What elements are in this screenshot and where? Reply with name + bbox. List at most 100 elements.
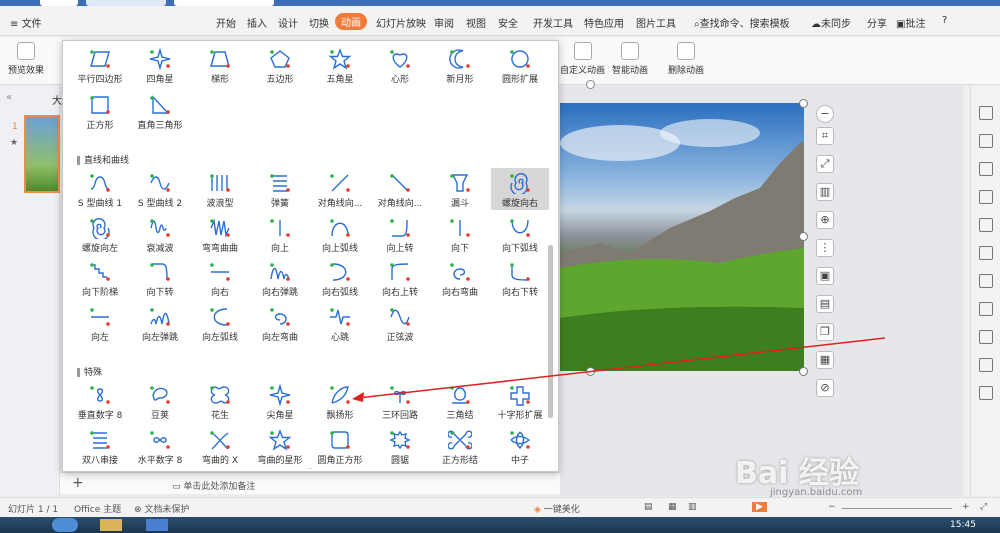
picture-effect-icon[interactable]: ▤: [816, 295, 834, 313]
resize-handle-right[interactable]: [799, 232, 808, 241]
canvas-scrollbar[interactable]: [963, 86, 970, 496]
panel-tab[interactable]: 大: [52, 92, 62, 107]
menu-animation[interactable]: 动画: [335, 13, 367, 30]
crop-icon[interactable]: ⌗: [816, 127, 834, 145]
view-reading-icon[interactable]: ▥: [688, 502, 697, 512]
command-search[interactable]: ⌕查找命令、搜索模板: [694, 15, 790, 30]
motion-path-bounceL[interactable]: 向左弹跳: [131, 302, 189, 344]
preview-button[interactable]: 预览效果: [8, 42, 44, 76]
comment-button[interactable]: ▣批注: [896, 15, 925, 30]
file-menu[interactable]: ≡ 文件: [10, 15, 42, 30]
motion-path-triangle[interactable]: 直角三角形: [131, 90, 189, 132]
share-button[interactable]: 分享: [867, 15, 887, 30]
smart-animation-button[interactable]: 智能动画: [612, 42, 648, 76]
motion-path-curveleft[interactable]: 向左弯曲: [251, 302, 309, 344]
motion-path-parallelogram[interactable]: 平行四边形: [71, 44, 129, 86]
motion-path-star5[interactable]: 五角星: [311, 44, 369, 86]
motion-path-turnup[interactable]: 向上转: [371, 213, 429, 255]
menu-insert[interactable]: 插入: [247, 15, 267, 30]
zoom-in-icon[interactable]: ⊕: [816, 211, 834, 229]
sidebar-style-icon[interactable]: [979, 162, 993, 176]
motion-path-turnrightup[interactable]: 向右上转: [371, 257, 429, 299]
motion-path-moon[interactable]: 新月形: [431, 44, 489, 86]
select-pane-icon[interactable]: ⋮: [816, 239, 834, 257]
sidebar-settings-icon[interactable]: [979, 386, 993, 400]
sidebar-image-icon[interactable]: [979, 302, 993, 316]
motion-path-arcleft[interactable]: 向左弧线: [191, 302, 249, 344]
collapse-panel-icon[interactable]: «: [6, 92, 12, 103]
slide-thumbnail[interactable]: [24, 115, 60, 193]
motion-path-sqknot[interactable]: 正方形结: [431, 425, 489, 467]
collapse-toolbar-icon[interactable]: −: [816, 105, 834, 123]
motion-path-spiralR[interactable]: 螺旋向右: [491, 168, 549, 210]
menu-slideshow[interactable]: 幻灯片放映: [376, 15, 426, 30]
motion-path-curveright[interactable]: 向右弯曲: [431, 257, 489, 299]
menu-security[interactable]: 安全: [498, 15, 518, 30]
theme-name[interactable]: Office 主题: [74, 502, 121, 515]
motion-path-pentagon[interactable]: 五边形: [251, 44, 309, 86]
sidebar-format-icon[interactable]: [979, 218, 993, 232]
resize-picture-icon[interactable]: ⤢: [816, 155, 834, 173]
sidebar-tools-icon[interactable]: [979, 330, 993, 344]
sidebar-edit-icon[interactable]: [979, 358, 993, 372]
motion-path-up[interactable]: 向上: [251, 213, 309, 255]
menu-start[interactable]: 开始: [216, 15, 236, 30]
motion-path-diag2[interactable]: 对角线向...: [371, 168, 429, 210]
notes-placeholder[interactable]: ▭ 单击此处添加备注: [172, 479, 255, 492]
motion-path-star4[interactable]: 四角星: [131, 44, 189, 86]
motion-path-rsquare[interactable]: 圆角正方形: [311, 425, 369, 467]
sync-status[interactable]: ☁未同步: [811, 15, 851, 30]
motion-path-stairs[interactable]: 向下阶梯: [71, 257, 129, 299]
motion-path-s2[interactable]: S 型曲线 2: [131, 168, 189, 210]
motion-path-funnel[interactable]: 漏斗: [431, 168, 489, 210]
start-button[interactable]: [52, 518, 78, 532]
motion-path-spring[interactable]: 弹簧: [251, 168, 309, 210]
resize-handle-top-right[interactable]: [799, 99, 808, 108]
motion-path-eighth[interactable]: 水平数字 8: [131, 425, 189, 467]
motion-path-down[interactable]: 向下: [431, 213, 489, 255]
view-normal-icon[interactable]: ▤: [644, 502, 653, 512]
add-slide-icon[interactable]: +: [72, 475, 84, 491]
motion-path-square[interactable]: 正方形: [71, 90, 129, 132]
motion-path-arcup[interactable]: 向上弧线: [311, 213, 369, 255]
sidebar-list-icon[interactable]: [979, 246, 993, 260]
motion-path-turndown[interactable]: 向下转: [131, 257, 189, 299]
motion-path-bounceR[interactable]: 向右弹跳: [251, 257, 309, 299]
motion-path-diag1[interactable]: 对角线向...: [311, 168, 369, 210]
motion-path-saw[interactable]: 圆锯: [371, 425, 429, 467]
notes-bar[interactable]: + ▭ 单击此处添加备注: [60, 472, 560, 494]
sidebar-shape-icon[interactable]: [979, 134, 993, 148]
motion-path-star4[interactable]: 尖角星: [251, 380, 309, 422]
taskbar-app-icon[interactable]: [146, 519, 168, 531]
motion-path-zigzag[interactable]: 弯弯曲曲: [191, 213, 249, 255]
menu-view[interactable]: 视图: [466, 15, 486, 30]
motion-path-right[interactable]: 向右: [191, 257, 249, 299]
zoom-in-button[interactable]: +: [962, 502, 970, 512]
zoom-slider[interactable]: [842, 508, 952, 509]
motion-path-star5[interactable]: 弯曲的星形: [251, 425, 309, 467]
motion-path-peanut[interactable]: 花生: [191, 380, 249, 422]
menu-features[interactable]: 特色应用: [584, 15, 624, 30]
sidebar-chart-icon[interactable]: [979, 190, 993, 204]
menu-picture-tools[interactable]: 图片工具: [636, 15, 676, 30]
motion-path-arcdown[interactable]: 向下弧线: [491, 213, 549, 255]
sidebar-layers-icon[interactable]: [979, 274, 993, 288]
view-sorter-icon[interactable]: ▦: [668, 502, 677, 512]
custom-animation-button[interactable]: 自定义动画: [560, 42, 605, 76]
protect-status[interactable]: ⊗ 文档未保护: [134, 502, 189, 515]
play-slideshow-button[interactable]: ▶: [752, 502, 767, 512]
motion-path-trapezoid[interactable]: 梯形: [191, 44, 249, 86]
fit-window-icon[interactable]: ⤢: [980, 502, 987, 512]
motion-path-decay[interactable]: 衰减波: [131, 213, 189, 255]
motion-path-spiralL[interactable]: 螺旋向左: [71, 213, 129, 255]
menu-devtools[interactable]: 开发工具: [533, 15, 573, 30]
motion-path-s1[interactable]: S 型曲线 1: [71, 168, 129, 210]
delete-animation-button[interactable]: 删除动画: [668, 42, 704, 76]
menu-review[interactable]: 审阅: [434, 15, 454, 30]
menu-transition[interactable]: 切换: [309, 15, 329, 30]
motion-path-eight[interactable]: 垂直数字 8: [71, 380, 129, 422]
motion-path-arcright[interactable]: 向右弧线: [311, 257, 369, 299]
motion-path-turnrightdown[interactable]: 向右下转: [491, 257, 549, 299]
help-button[interactable]: ?: [942, 15, 947, 26]
gallery-resize-grip[interactable]: ···: [306, 465, 313, 473]
